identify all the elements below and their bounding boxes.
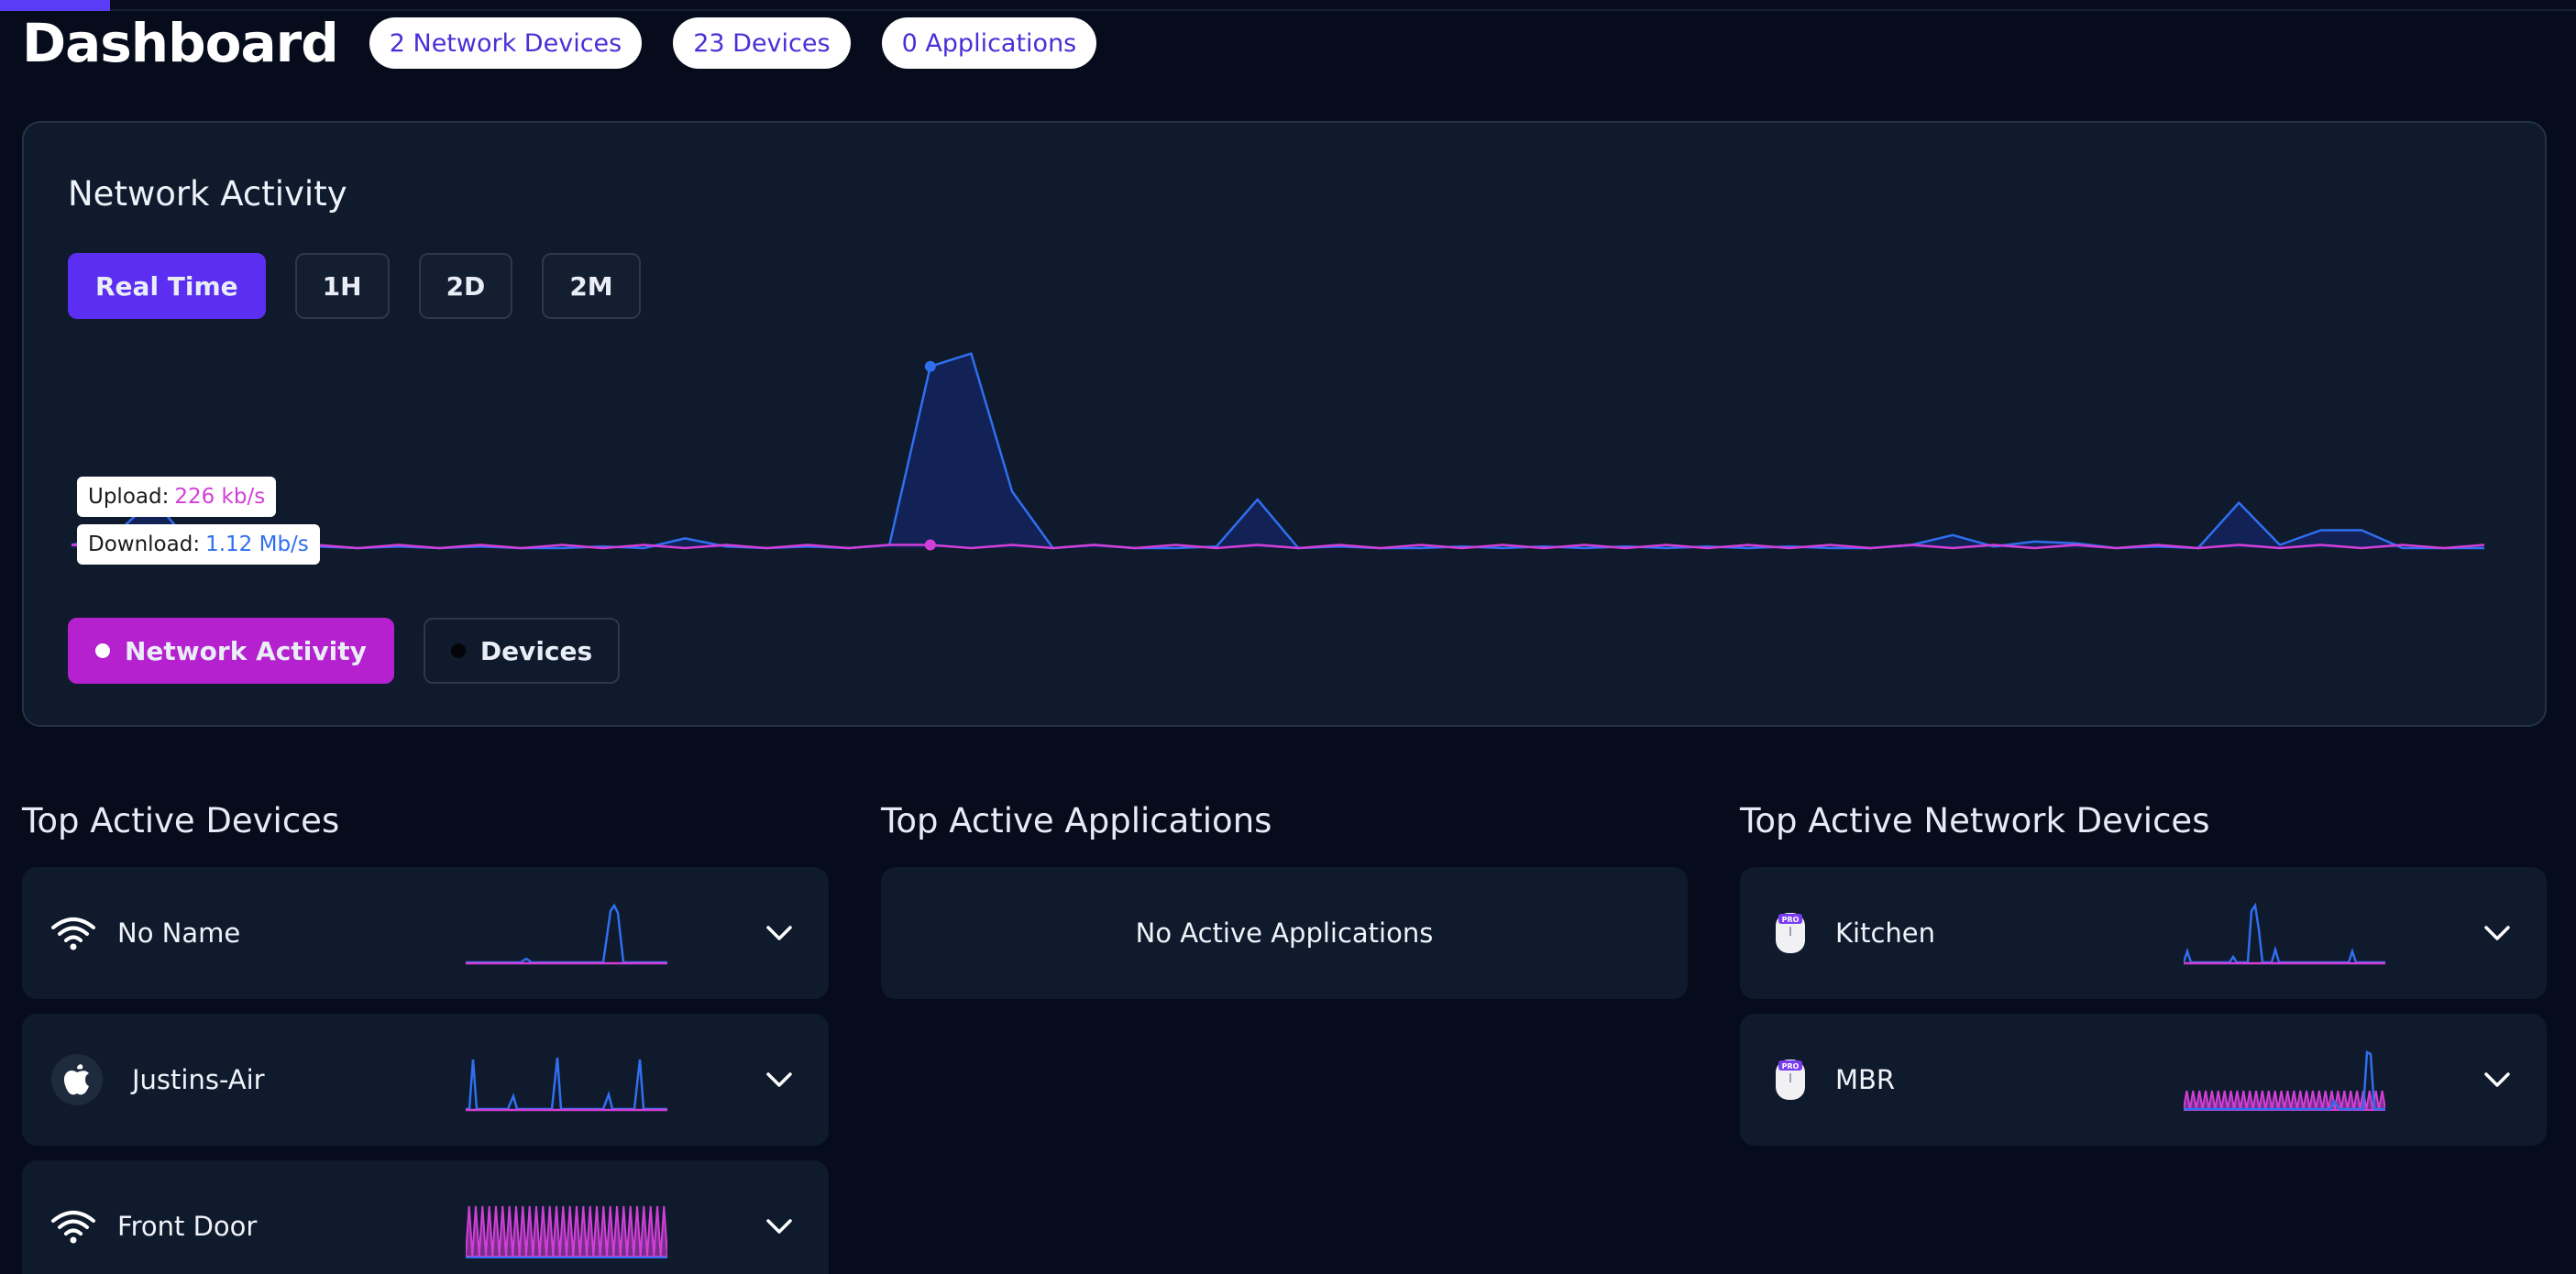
- apple-icon: [51, 1014, 103, 1146]
- top-bar: [0, 0, 2576, 11]
- network-device-sparkline: [2184, 1050, 2385, 1111]
- upload-tooltip: Upload: 226 kb/s: [77, 477, 277, 517]
- network-device-row[interactable]: PRO MBR: [1740, 1014, 2547, 1146]
- wifi-icon: [50, 867, 97, 999]
- access-point-icon: PRO: [1775, 867, 1806, 999]
- network-activity-chart[interactable]: [68, 335, 2488, 555]
- download-label: Download:: [88, 533, 201, 556]
- range-2m-button[interactable]: 2M: [542, 253, 641, 319]
- device-row[interactable]: No Name: [22, 867, 829, 999]
- download-point-marker: [924, 360, 936, 372]
- legend-network-label: Network Activity: [125, 635, 367, 666]
- device-row[interactable]: Front Door: [22, 1160, 829, 1274]
- wifi-icon: [50, 1160, 97, 1274]
- device-activity-sparkline: [466, 1205, 667, 1258]
- page-title: Dashboard: [22, 12, 339, 74]
- device-activity-sparkline: [466, 903, 667, 965]
- pro-badge-label: PRO: [1782, 916, 1800, 924]
- download-value: 1.12 Mb/s: [205, 533, 309, 556]
- device-name: Justins-Air: [132, 1064, 265, 1095]
- pro-badge-label: PRO: [1782, 1062, 1800, 1071]
- top-applications-list: No Active Applications: [881, 867, 1688, 999]
- network-devices-badge[interactable]: 2 Network Devices: [369, 17, 643, 69]
- download-tooltip: Download: 1.12 Mb/s: [77, 524, 320, 565]
- legend-dot-icon: [95, 643, 110, 658]
- loading-progress: [0, 0, 110, 11]
- upload-value: 226 kb/s: [174, 485, 266, 509]
- network-activity-title: Network Activity: [68, 174, 347, 214]
- top-applications-title: Top Active Applications: [881, 801, 1272, 840]
- range-1h-button[interactable]: 1H: [294, 253, 390, 319]
- download-series-line: [71, 352, 2484, 550]
- devices-badge[interactable]: 23 Devices: [673, 17, 851, 69]
- chevron-down-icon[interactable]: [759, 1060, 799, 1100]
- network-device-name: Kitchen: [1835, 917, 1935, 949]
- range-2d-button[interactable]: 2D: [418, 253, 513, 319]
- chevron-down-icon[interactable]: [2477, 913, 2517, 953]
- top-network-devices-list: PRO Kitchen PRO MBR: [1740, 867, 2547, 1160]
- device-activity-sparkline: [466, 1057, 667, 1112]
- chevron-down-icon[interactable]: [759, 1206, 799, 1247]
- page-header: Dashboard 2 Network Devices 23 Devices 0…: [22, 11, 1097, 75]
- download-area: [72, 353, 2484, 548]
- time-range-tabs: Real Time 1H 2D 2M: [68, 253, 641, 319]
- legend-dot-icon: [450, 643, 466, 658]
- applications-badge[interactable]: 0 Applications: [881, 17, 1097, 69]
- network-device-sparkline: [2184, 902, 2385, 965]
- legend-devices-label: Devices: [479, 635, 593, 666]
- chevron-down-icon[interactable]: [2477, 1060, 2517, 1100]
- upload-point-marker: [924, 539, 936, 551]
- upload-label: Upload:: [88, 485, 170, 509]
- legend-devices-button[interactable]: Devices: [423, 618, 621, 684]
- device-name: No Name: [117, 917, 241, 949]
- chevron-down-icon[interactable]: [759, 913, 799, 953]
- top-devices-list: No Name Justins-Air Front Door: [22, 867, 829, 1274]
- chart-legend: Network Activity Devices: [68, 618, 621, 684]
- network-device-name: MBR: [1835, 1064, 1896, 1095]
- range-realtime-button[interactable]: Real Time: [68, 253, 266, 319]
- network-device-row[interactable]: PRO Kitchen: [1740, 867, 2547, 999]
- legend-network-activity-button[interactable]: Network Activity: [68, 618, 394, 684]
- top-network-devices-title: Top Active Network Devices: [1740, 801, 2210, 840]
- no-applications-message: No Active Applications: [881, 867, 1688, 999]
- top-devices-title: Top Active Devices: [22, 801, 340, 840]
- network-activity-card: Network Activity Real Time 1H 2D 2M Uplo…: [22, 121, 2547, 727]
- upload-series-line: [71, 544, 2485, 550]
- device-name: Front Door: [117, 1211, 258, 1242]
- device-row[interactable]: Justins-Air: [22, 1014, 829, 1146]
- access-point-icon: PRO: [1775, 1014, 1806, 1146]
